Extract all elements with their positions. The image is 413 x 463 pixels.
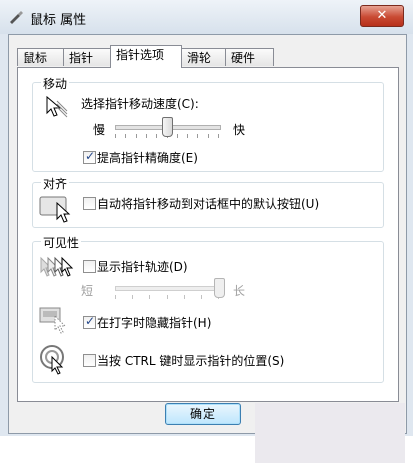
precision-checkbox[interactable] (83, 149, 96, 164)
fast-label: 快 (233, 123, 246, 137)
slider-tick (132, 295, 133, 299)
slider-tick (146, 134, 147, 138)
trail-length-slider-track[interactable] (115, 286, 221, 291)
tab-pointers[interactable]: 指针 (63, 48, 111, 66)
snap-label: 自动将指针移动到对话框中的默认按钮(U) (97, 197, 320, 211)
ctrl-location-checkbox[interactable] (83, 354, 96, 367)
tab-pointer-options[interactable]: 指针选项 (110, 45, 182, 68)
speed-slider-thumb[interactable] (162, 117, 173, 137)
obscured-buttons-region (255, 403, 405, 463)
trails-label: 显示指针轨迹(D) (97, 260, 188, 274)
tab-panel: 移动 选择指针移动速度(C): 慢 快 提高指针精确度(E) 对齐 (17, 67, 399, 402)
dialog-client-area: 鼠标键 指针 指针选项 滑轮 硬件 移动 选择指针移动速度(C): 慢 快 (8, 34, 407, 463)
close-button[interactable]: ✕ (360, 5, 404, 27)
slider-tick (197, 134, 198, 138)
snap-group-title: 对齐 (41, 175, 70, 192)
snap-to-button-icon (39, 196, 71, 223)
slider-tick (167, 295, 168, 299)
slider-tick (156, 134, 157, 138)
pointer-speed-icon (46, 95, 68, 118)
slider-tick (136, 134, 137, 138)
slider-tick (218, 134, 219, 138)
trail-length-slider-ticks (115, 295, 219, 299)
slider-tick (125, 134, 126, 138)
visibility-group-title: 可见性 (41, 234, 82, 251)
tab-wheel[interactable]: 滑轮 (181, 48, 226, 66)
long-label: 长 (233, 284, 246, 298)
precision-label: 提高指针精确度(E) (97, 151, 198, 165)
mouse-pointer-app-icon (10, 11, 23, 24)
tab-hardware[interactable]: 硬件 (225, 48, 274, 66)
trail-length-slider-thumb[interactable] (214, 278, 225, 298)
snap-group: 对齐 自动将指针移动到对话框中的默认按钮(U) (32, 175, 384, 228)
pointer-trails-icon (40, 256, 74, 277)
hide-while-typing-icon (39, 307, 67, 334)
hide-while-typing-label: 在打字时隐藏指针(H) (97, 316, 212, 330)
slider-tick (184, 295, 185, 299)
snap-checkbox[interactable] (83, 197, 96, 210)
slider-tick (201, 295, 202, 299)
ok-button-label: 确定 (189, 407, 216, 421)
tab-buttons[interactable]: 鼠标键 (17, 48, 64, 83)
window-title: 鼠标 属性 (30, 13, 87, 28)
slider-tick (177, 134, 178, 138)
motion-group: 移动 选择指针移动速度(C): 慢 快 提高指针精确度(E) (32, 75, 384, 172)
slider-tick (115, 134, 116, 138)
slider-tick (115, 295, 116, 299)
motion-group-title: 移动 (41, 75, 70, 92)
trails-checkbox[interactable] (83, 260, 96, 273)
hide-while-typing-checkbox[interactable] (83, 314, 96, 329)
ok-button[interactable]: 确定 (165, 403, 241, 425)
slider-tick (149, 295, 150, 299)
visibility-group: 可见性 显示指针轨迹(D) 短 长 ✓ 在打字时隐藏指针(H) 当按 CTRL … (32, 234, 384, 383)
mouse-properties-window: 鼠标 属性 ✕ 鼠标键 指针 指针选项 滑轮 硬件 移动 选择指针移动速度(C)… (0, 0, 413, 463)
title-bar[interactable]: 鼠标 属性 ✕ (0, 0, 413, 34)
ctrl-location-label: 当按 CTRL 键时显示指针的位置(S) (97, 354, 285, 368)
slow-label: 慢 (93, 123, 106, 137)
slider-tick (187, 134, 188, 138)
speed-label: 选择指针移动速度(C): (81, 97, 199, 111)
show-location-icon (40, 345, 64, 375)
slider-tick (208, 134, 209, 138)
short-label: 短 (81, 284, 94, 298)
